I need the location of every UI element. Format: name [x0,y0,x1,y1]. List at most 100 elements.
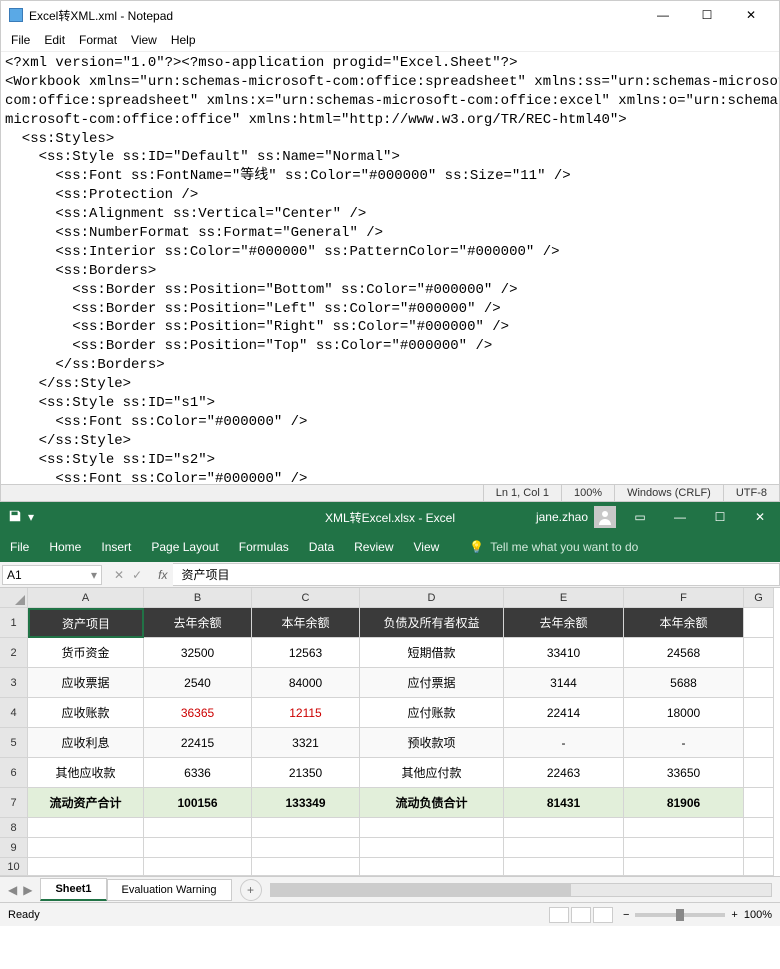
cell[interactable]: 18000 [624,698,744,728]
cell[interactable] [744,608,774,638]
cell[interactable]: 负债及所有者权益 [360,608,504,638]
cell[interactable]: 24568 [624,638,744,668]
cell[interactable]: 133349 [252,788,360,818]
row-header[interactable]: 5 [0,728,28,758]
close-button[interactable]: ✕ [731,5,771,25]
cell[interactable]: 12115 [252,698,360,728]
user-area[interactable]: jane.zhao [536,506,620,528]
cell[interactable]: 资产项目 [28,608,144,638]
tell-me[interactable]: 💡 Tell me what you want to do [469,540,638,554]
tab-review[interactable]: Review [354,540,393,554]
tab-file[interactable]: File [10,540,29,554]
sheet-tab-sheet1[interactable]: Sheet1 [40,878,106,901]
cell[interactable]: 84000 [252,668,360,698]
sheet-tab-evaluation[interactable]: Evaluation Warning [107,879,232,901]
row-header[interactable]: 1 [0,608,28,638]
row-header[interactable]: 3 [0,668,28,698]
cell[interactable]: 22463 [504,758,624,788]
row-header[interactable]: 2 [0,638,28,668]
cell[interactable]: 流动资产合计 [28,788,144,818]
cell[interactable]: 短期借款 [360,638,504,668]
zoom-out-button[interactable]: − [623,909,629,921]
cell[interactable]: 33650 [624,758,744,788]
enter-icon[interactable]: ✓ [132,568,142,582]
cell[interactable] [504,818,624,838]
column-header[interactable]: C [252,588,360,608]
column-header[interactable]: A [28,588,144,608]
cell[interactable]: 去年余额 [504,608,624,638]
cell[interactable]: 其他应付款 [360,758,504,788]
column-header[interactable]: D [360,588,504,608]
column-header[interactable]: E [504,588,624,608]
cell[interactable]: 应收票据 [28,668,144,698]
tab-formulas[interactable]: Formulas [239,540,289,554]
cell[interactable]: 应收利息 [28,728,144,758]
tab-view[interactable]: View [414,540,440,554]
row-header[interactable]: 4 [0,698,28,728]
cell[interactable]: 预收款项 [360,728,504,758]
cell[interactable] [744,818,774,838]
menu-help[interactable]: Help [171,33,196,47]
cell[interactable]: 33410 [504,638,624,668]
cell[interactable] [144,838,252,858]
cell[interactable]: 应付账款 [360,698,504,728]
spreadsheet-grid[interactable]: 12345678910 A资产项目货币资金应收票据应收账款应收利息其他应收款流动… [0,588,780,876]
cell[interactable] [252,838,360,858]
add-sheet-button[interactable]: + [240,879,262,901]
cell[interactable] [744,668,774,698]
tab-insert[interactable]: Insert [101,540,131,554]
tab-prev-icon[interactable]: ◀ [8,883,17,897]
row-header[interactable]: 6 [0,758,28,788]
menu-file[interactable]: File [11,33,30,47]
cell[interactable]: 其他应收款 [28,758,144,788]
cell[interactable] [360,838,504,858]
cell[interactable]: 32500 [144,638,252,668]
column-header[interactable]: F [624,588,744,608]
cell[interactable] [744,638,774,668]
cell[interactable] [744,838,774,858]
cell[interactable] [28,818,144,838]
cell[interactable] [744,698,774,728]
page-layout-view-button[interactable] [571,907,591,923]
cell[interactable] [360,818,504,838]
cell[interactable] [28,838,144,858]
qat-dropdown-icon[interactable]: ▾ [28,510,34,524]
cell[interactable] [144,818,252,838]
row-header[interactable]: 10 [0,858,28,876]
row-header[interactable]: 9 [0,838,28,858]
cell[interactable]: 流动负债合计 [360,788,504,818]
menu-format[interactable]: Format [79,33,117,47]
maximize-button[interactable]: ☐ [687,5,727,25]
zoom-in-button[interactable]: + [731,909,737,921]
cell[interactable]: 21350 [252,758,360,788]
ribbon-options-button[interactable]: ▭ [620,502,660,532]
cell[interactable] [624,838,744,858]
cell[interactable]: 3144 [504,668,624,698]
tab-home[interactable]: Home [49,540,81,554]
tab-next-icon[interactable]: ▶ [23,883,32,897]
maximize-button[interactable]: ☐ [700,502,740,532]
row-header[interactable]: 7 [0,788,28,818]
cell[interactable]: 本年余额 [624,608,744,638]
cell[interactable] [744,758,774,788]
page-break-view-button[interactable] [593,907,613,923]
cell[interactable]: 2540 [144,668,252,698]
formula-input[interactable]: 资产项目 [173,563,780,586]
cell[interactable]: 去年余额 [144,608,252,638]
cell[interactable]: 应收账款 [28,698,144,728]
cell[interactable]: 36365 [144,698,252,728]
cell[interactable] [624,858,744,876]
close-button[interactable]: ✕ [740,502,780,532]
column-header[interactable]: B [144,588,252,608]
cell[interactable] [252,858,360,876]
cell[interactable]: 6336 [144,758,252,788]
cell[interactable]: - [504,728,624,758]
cell[interactable]: 3321 [252,728,360,758]
cell[interactable]: 本年余额 [252,608,360,638]
horizontal-scrollbar[interactable] [270,883,772,897]
fx-icon[interactable]: fx [152,568,173,582]
cell[interactable] [744,728,774,758]
cell[interactable] [504,838,624,858]
notepad-textarea[interactable]: <?xml version="1.0"?><?mso-application p… [1,52,779,484]
tab-data[interactable]: Data [309,540,334,554]
